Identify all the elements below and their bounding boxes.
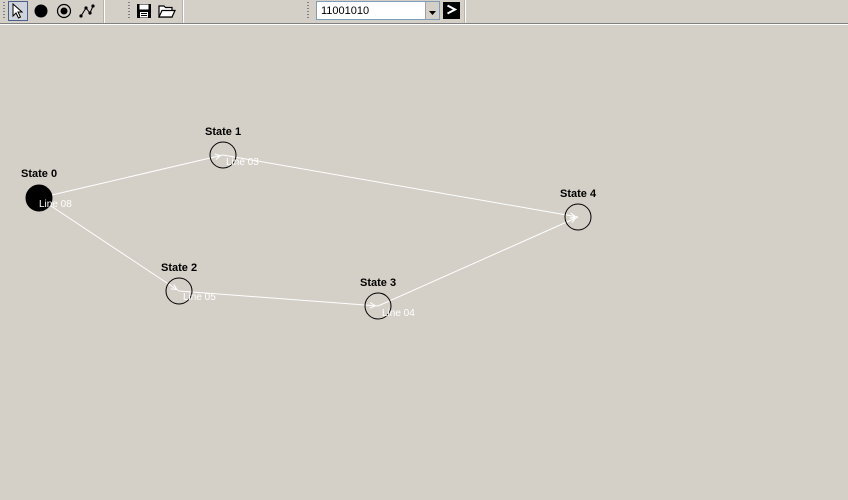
run-button[interactable] bbox=[443, 2, 460, 19]
transition-label: Line 08 bbox=[39, 199, 72, 210]
play-arrow-icon bbox=[446, 2, 458, 20]
transition-s1-s4[interactable] bbox=[222, 154, 579, 218]
input-combobox[interactable] bbox=[316, 1, 440, 20]
arrow-cursor-icon bbox=[12, 3, 24, 19]
toolbar-separator bbox=[103, 0, 104, 23]
transition-tool-button[interactable] bbox=[77, 1, 97, 21]
transition-label: Line 05 bbox=[183, 292, 216, 303]
select-tool-button[interactable] bbox=[8, 1, 28, 21]
toolbar-grip[interactable] bbox=[307, 2, 309, 20]
toolbar-separator bbox=[182, 0, 183, 23]
state-label: State 2 bbox=[161, 262, 197, 274]
transition-line-icon bbox=[79, 3, 95, 19]
state-label: State 0 bbox=[21, 168, 57, 180]
transitions-layer bbox=[38, 153, 579, 309]
toolbar-separator bbox=[464, 0, 465, 23]
filled-circle-icon bbox=[33, 3, 49, 19]
state-label: State 3 bbox=[360, 277, 396, 289]
state-label: State 1 bbox=[205, 126, 241, 138]
state-label: State 4 bbox=[560, 188, 597, 200]
diagram-canvas[interactable]: Line 03 Line 08 Line 05 Line 04 State 0 State… bbox=[0, 24, 848, 500]
states-layer bbox=[25, 141, 592, 320]
toolbar-grip[interactable] bbox=[3, 2, 5, 20]
state-tool-button[interactable] bbox=[31, 1, 51, 21]
transition-arrowhead bbox=[170, 284, 178, 291]
final-state-tool-button[interactable] bbox=[54, 1, 74, 21]
transition-s0-s1[interactable] bbox=[38, 154, 224, 199]
toolbar-grip[interactable] bbox=[128, 2, 130, 20]
save-button[interactable] bbox=[134, 1, 154, 21]
labels-layer: Line 03 Line 08 Line 05 Line 04 State 0 State… bbox=[21, 126, 597, 319]
transition-label: Line 04 bbox=[382, 308, 415, 319]
folder-open-icon bbox=[158, 3, 176, 19]
input-word-field[interactable] bbox=[317, 2, 425, 19]
dropdown-button[interactable] bbox=[425, 2, 439, 19]
toolbar bbox=[0, 0, 848, 24]
transition-s3-s4[interactable] bbox=[377, 216, 579, 307]
transition-s0-s2[interactable] bbox=[38, 197, 180, 292]
chevron-down-icon bbox=[429, 2, 436, 20]
open-button[interactable] bbox=[157, 1, 177, 21]
double-circle-icon bbox=[56, 3, 72, 19]
floppy-disk-icon bbox=[136, 3, 152, 19]
transition-label: Line 03 bbox=[226, 157, 259, 168]
